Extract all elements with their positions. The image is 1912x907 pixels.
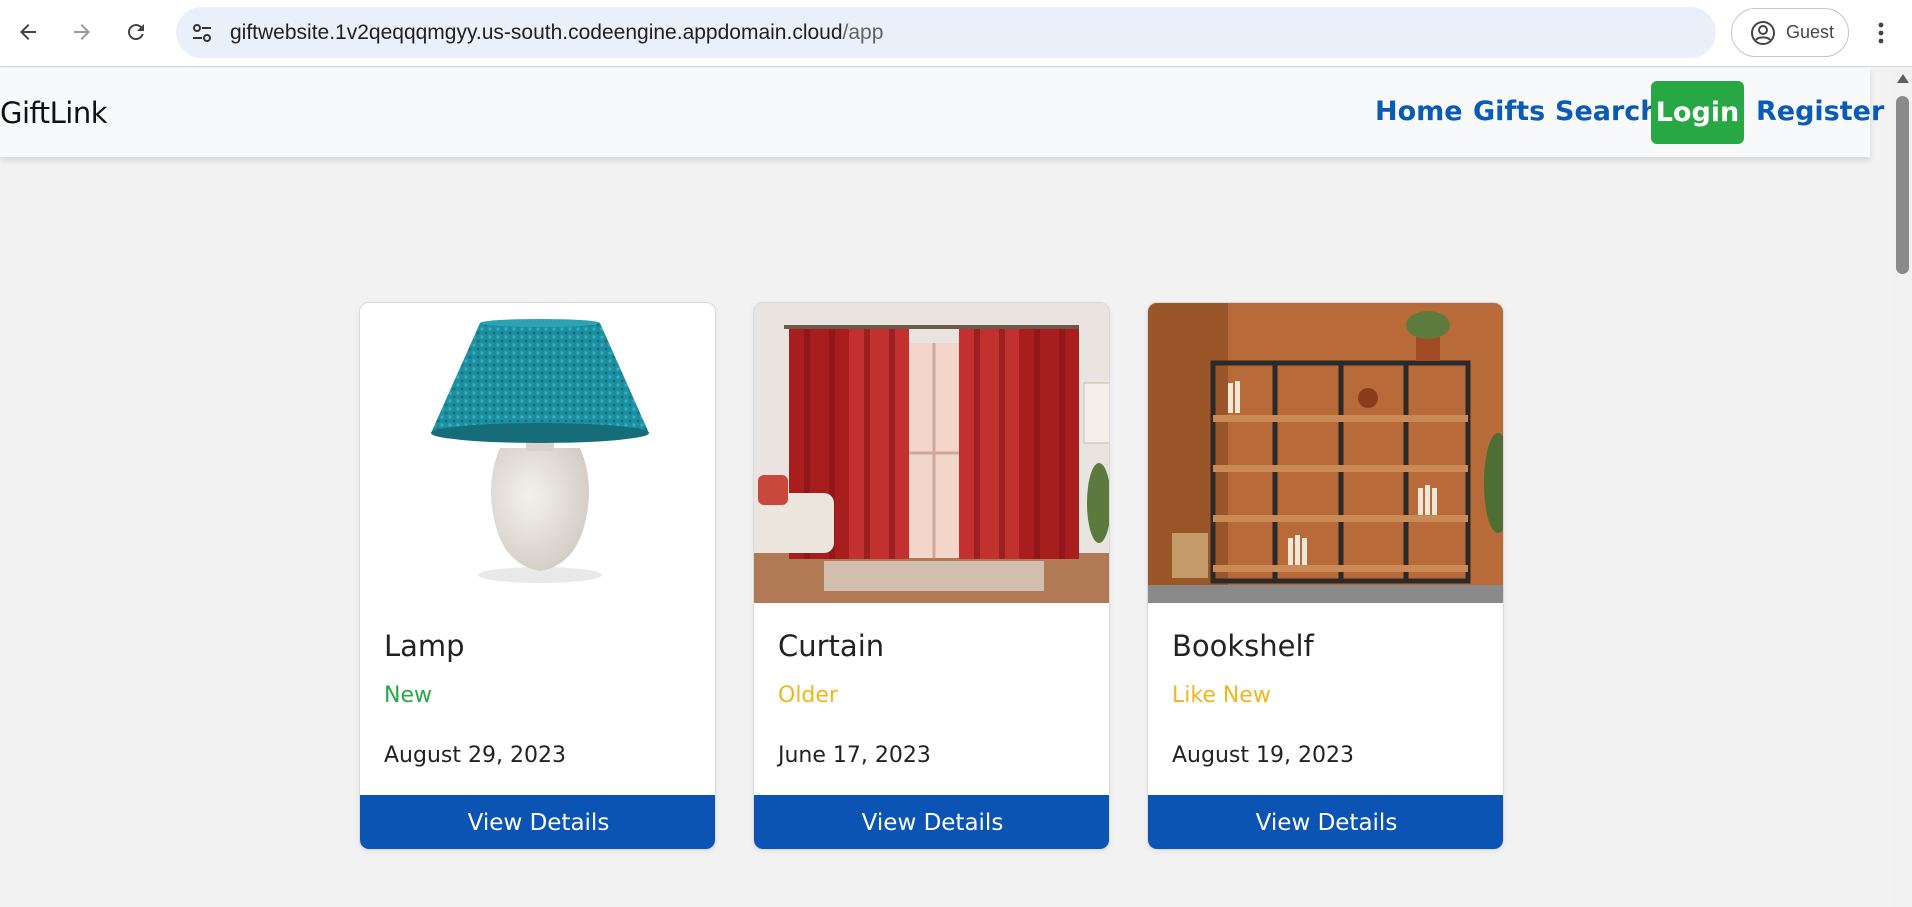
app-navbar: GiftLink Home Gifts Search Login Registe… <box>0 68 1884 157</box>
scroll-up-arrow-icon[interactable] <box>1897 74 1909 83</box>
lamp-image <box>360 303 715 603</box>
kebab-menu-icon <box>1878 22 1884 44</box>
profile-button[interactable]: Guest <box>1731 8 1849 57</box>
gift-card-bookshelf: Bookshelf Like New August 19, 2023 View … <box>1147 302 1504 850</box>
gift-card-lamp: Lamp New August 29, 2023 View Details <box>359 302 716 850</box>
url-text: giftwebsite.1v2qeqqqmgyy.us-south.codeen… <box>230 21 883 45</box>
view-details-button[interactable]: View Details <box>360 795 715 849</box>
reload-icon <box>127 24 144 41</box>
url-path: /app <box>842 20 884 44</box>
reload-button[interactable] <box>120 16 152 48</box>
nav-link-gifts[interactable]: Gifts <box>1473 96 1545 127</box>
bookshelf-image <box>1148 303 1503 603</box>
nav-link-home[interactable]: Home <box>1375 96 1463 127</box>
gift-name: Lamp <box>384 629 465 663</box>
login-button[interactable]: Login <box>1651 81 1744 144</box>
curtain-image <box>754 303 1109 603</box>
forward-button[interactable] <box>66 16 98 48</box>
nav-link-register[interactable]: Register <box>1756 96 1884 127</box>
gift-condition: Older <box>778 683 838 708</box>
scroll-thumb[interactable] <box>1896 96 1909 274</box>
site-info-icon[interactable] <box>186 17 218 49</box>
forward-arrow-icon <box>74 24 90 40</box>
view-details-button[interactable]: View Details <box>1148 795 1503 849</box>
nav-link-search[interactable]: Search <box>1555 96 1660 127</box>
address-bar[interactable]: giftwebsite.1v2qeqqqmgyy.us-south.codeen… <box>176 7 1716 58</box>
account-icon <box>1751 20 1775 45</box>
browser-menu-button[interactable] <box>1866 18 1896 48</box>
gift-date: August 29, 2023 <box>384 743 566 768</box>
brand-logo[interactable]: GiftLink <box>0 96 108 130</box>
gift-name: Bookshelf <box>1172 629 1314 663</box>
gift-condition: Like New <box>1172 683 1271 708</box>
back-arrow-icon <box>20 24 36 40</box>
view-details-button[interactable]: View Details <box>754 795 1109 849</box>
profile-label: Guest <box>1786 22 1835 42</box>
gift-card-curtain: Curtain Older June 17, 2023 View Details <box>753 302 1110 850</box>
browser-toolbar: giftwebsite.1v2qeqqqmgyy.us-south.codeen… <box>0 0 1912 67</box>
gift-date: June 17, 2023 <box>778 743 931 768</box>
gift-date: August 19, 2023 <box>1172 743 1354 768</box>
page-scrollbar[interactable] <box>1893 68 1912 907</box>
gift-condition: New <box>384 683 432 708</box>
back-button[interactable] <box>12 16 44 48</box>
gift-name: Curtain <box>778 629 885 663</box>
url-host: giftwebsite.1v2qeqqqmgyy.us-south.codeen… <box>230 20 843 44</box>
